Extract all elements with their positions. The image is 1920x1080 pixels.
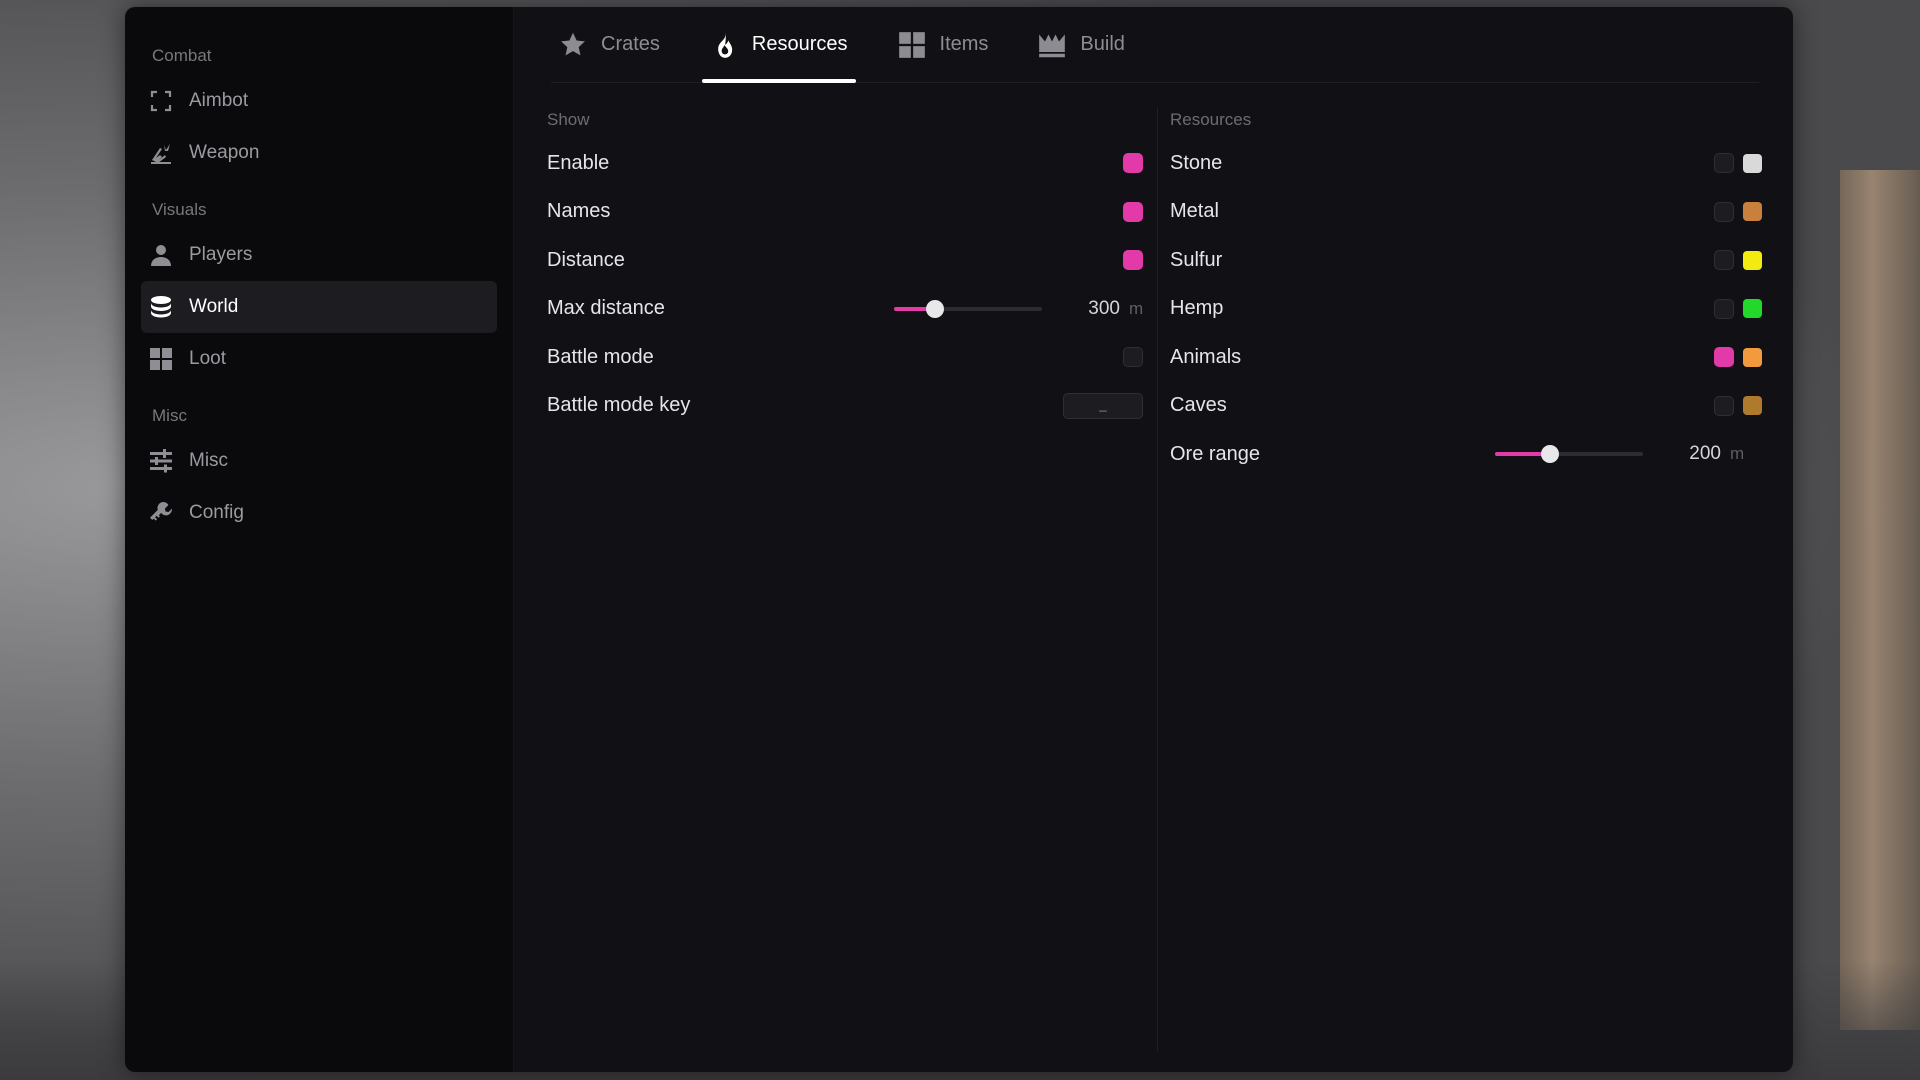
setting-row-battle-mode-key: Battle mode key _	[547, 382, 1143, 431]
sidebar-item-label: Weapon	[189, 142, 260, 163]
sidebar-item-misc[interactable]: Misc	[141, 435, 497, 487]
ore-range-slider[interactable]	[1495, 445, 1643, 464]
weapon-icon	[148, 140, 174, 166]
sulfur-color-swatch[interactable]	[1743, 250, 1762, 270]
setting-label: Distance	[547, 248, 625, 271]
grid-icon	[148, 346, 174, 372]
sidebar-item-label: Loot	[189, 348, 226, 369]
animals-color-swatch[interactable]	[1743, 347, 1762, 367]
setting-label: Ore range	[1170, 442, 1261, 465]
caves-checkbox[interactable]	[1714, 395, 1734, 416]
tab-label: Resources	[751, 33, 848, 55]
setting-label: Max distance	[547, 297, 665, 320]
metal-checkbox[interactable]	[1714, 201, 1734, 222]
sidebar-section-combat: Combat	[152, 46, 212, 65]
column-divider	[1157, 107, 1158, 1052]
grid-icon	[898, 31, 926, 59]
setting-label: Stone	[1170, 151, 1223, 174]
stone-color-swatch[interactable]	[1743, 153, 1762, 173]
battle-mode-checkbox[interactable]	[1123, 347, 1143, 368]
sidebar-item-players[interactable]: Players	[141, 229, 497, 281]
setting-label: Battle mode key	[547, 394, 691, 417]
setting-label: Metal	[1170, 200, 1219, 223]
resources-panel: Resources Stone Metal Sulfur Hemp Animal…	[1170, 107, 1762, 479]
crown-icon	[1038, 31, 1066, 59]
tab-bar: Crates Resources Items Build	[551, 7, 1759, 83]
globe-icon	[148, 294, 174, 320]
setting-label: Caves	[1170, 394, 1227, 417]
menu-window: Combat Aimbot Weapon Visuals Players Wor…	[125, 7, 1793, 1072]
sidebar-item-aimbot[interactable]: Aimbot	[141, 75, 497, 127]
tab-resources[interactable]: Resources	[701, 7, 856, 83]
setting-label: Animals	[1170, 345, 1242, 368]
setting-row-hemp: Hemp	[1170, 285, 1762, 334]
main-panel: Crates Resources Items Build Show Enable…	[514, 7, 1793, 1072]
max-distance-slider[interactable]	[894, 299, 1042, 318]
sliders-icon	[148, 448, 174, 474]
setting-row-sulfur: Sulfur	[1170, 236, 1762, 285]
hemp-color-swatch[interactable]	[1743, 299, 1762, 319]
setting-row-distance: Distance	[547, 236, 1143, 285]
setting-row-names: Names	[547, 188, 1143, 237]
sidebar-item-label: Players	[189, 244, 253, 265]
hemp-checkbox[interactable]	[1714, 298, 1734, 319]
sidebar-section-visuals: Visuals	[152, 200, 207, 219]
setting-row-animals: Animals	[1170, 333, 1762, 382]
caves-color-swatch[interactable]	[1743, 396, 1762, 416]
sidebar-item-config[interactable]: Config	[141, 487, 497, 539]
slider-thumb[interactable]	[926, 299, 945, 318]
max-distance-value: 300	[1088, 297, 1120, 319]
tab-label: Items	[939, 33, 989, 55]
sidebar-item-label: World	[189, 296, 239, 317]
enable-checkbox[interactable]	[1123, 153, 1143, 174]
sulfur-checkbox[interactable]	[1714, 250, 1734, 271]
tab-items[interactable]: Items	[890, 7, 997, 82]
sidebar-item-label: Aimbot	[189, 90, 249, 111]
tab-crates[interactable]: Crates	[551, 7, 668, 82]
max-distance-unit: m	[1129, 298, 1144, 318]
setting-label: Hemp	[1170, 297, 1224, 320]
star-icon	[559, 31, 587, 59]
setting-row-enable: Enable	[547, 139, 1143, 188]
setting-label: Names	[547, 200, 611, 223]
flame-icon	[710, 31, 738, 59]
sidebar-item-label: Misc	[189, 450, 229, 471]
setting-row-ore-range: Ore range 200 m	[1170, 430, 1762, 479]
sidebar-item-label: Config	[189, 502, 244, 523]
sidebar-section-misc: Misc	[152, 406, 187, 425]
setting-label: Enable	[547, 151, 610, 174]
sidebar-item-world[interactable]: World	[141, 281, 497, 333]
distance-checkbox[interactable]	[1123, 250, 1143, 271]
stone-checkbox[interactable]	[1714, 153, 1734, 174]
setting-row-max-distance: Max distance 300 m	[547, 285, 1143, 334]
crosshair-frame-icon	[148, 88, 174, 114]
tab-label: Build	[1080, 33, 1125, 55]
show-panel: Show Enable Names Distance Max distance	[547, 107, 1143, 430]
tab-build[interactable]: Build	[1030, 7, 1132, 82]
sidebar-item-weapon[interactable]: Weapon	[141, 127, 497, 179]
names-checkbox[interactable]	[1123, 201, 1143, 222]
setting-label: Battle mode	[547, 345, 654, 368]
metal-color-swatch[interactable]	[1743, 202, 1762, 222]
panel-title: Show	[547, 110, 590, 129]
ore-range-unit: m	[1730, 444, 1745, 464]
setting-row-battle-mode: Battle mode	[547, 333, 1143, 382]
sidebar: Combat Aimbot Weapon Visuals Players Wor…	[125, 7, 514, 1072]
sidebar-item-loot[interactable]: Loot	[141, 333, 497, 385]
user-icon	[148, 242, 174, 268]
battle-mode-keybind[interactable]: _	[1063, 392, 1143, 419]
ore-range-value: 200	[1689, 443, 1721, 465]
panel-title: Resources	[1170, 110, 1252, 129]
slider-thumb[interactable]	[1540, 445, 1559, 464]
setting-row-stone: Stone	[1170, 139, 1762, 188]
setting-label: Sulfur	[1170, 248, 1223, 271]
background-structure	[1840, 170, 1920, 1030]
tab-label: Crates	[601, 33, 660, 55]
setting-row-metal: Metal	[1170, 188, 1762, 237]
wrench-icon	[148, 500, 174, 526]
setting-row-caves: Caves	[1170, 382, 1762, 431]
animals-checkbox[interactable]	[1714, 347, 1734, 368]
